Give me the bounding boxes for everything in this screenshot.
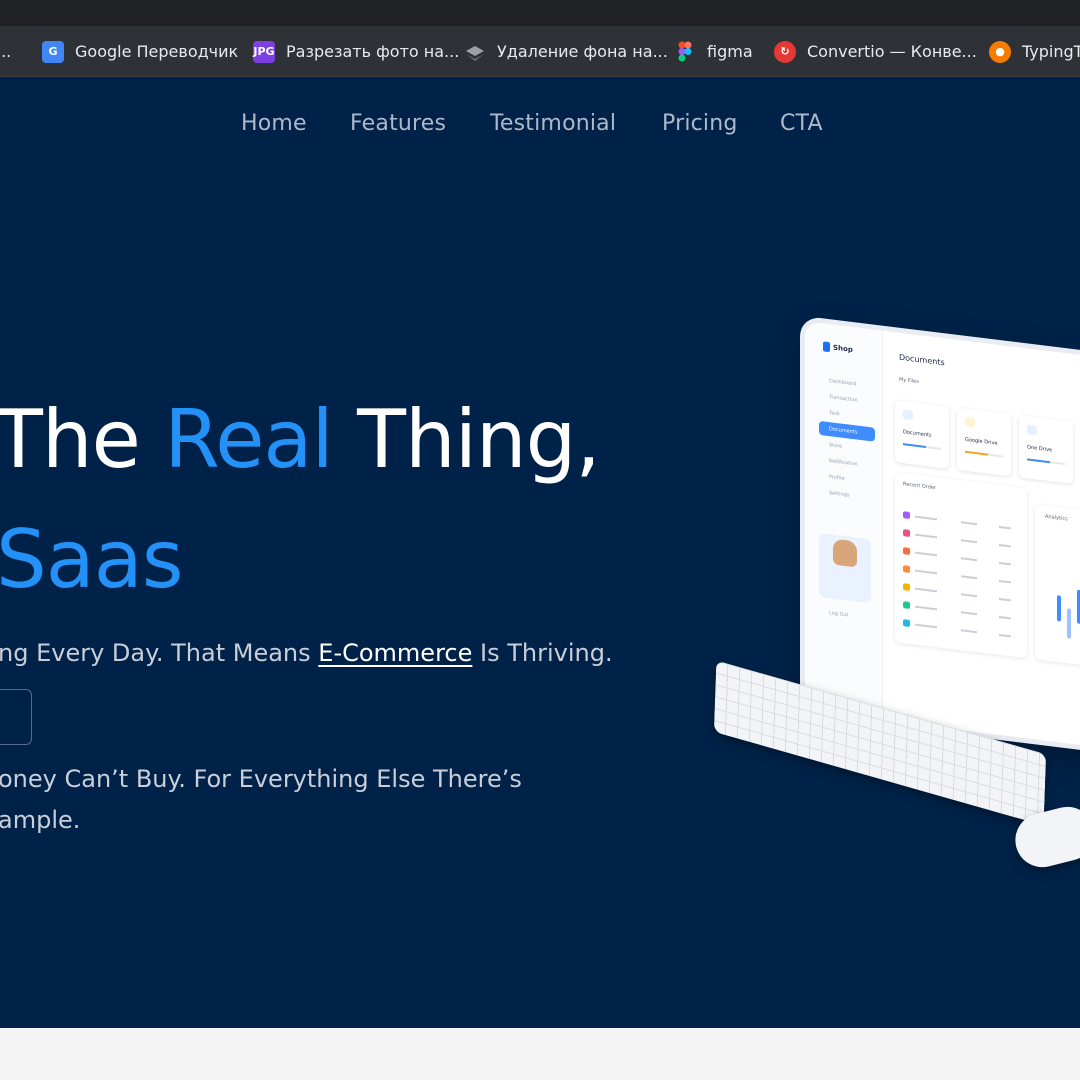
bookmark-label: Удаление фона на... [497, 42, 668, 61]
file-card: One Drive [1019, 415, 1073, 485]
dashboard-sidebar: Shop Dashboard Transaction Task Document… [805, 321, 883, 721]
hero-title-line1: The Real Thing, [0, 393, 601, 486]
browser-top-strip [0, 0, 1080, 26]
title-text: The [0, 393, 165, 486]
bookmark-figma[interactable]: figma [674, 26, 753, 76]
upgrade-promo [819, 532, 871, 604]
subtitle-text: Is Thriving. [472, 639, 613, 667]
title-accent: Saas [0, 513, 184, 606]
title-accent: Real [164, 393, 333, 486]
hero-title-line2: Saas [0, 513, 184, 606]
bookmark-label: Разрезать фото на... [286, 42, 460, 61]
jpg-icon: JPG [253, 40, 275, 63]
bookmark-typing[interactable]: ● TypingT [989, 26, 1080, 76]
hero-subtitle: ng Every Day. That Means E-Commerce Is T… [0, 639, 613, 667]
bookmark-google-translate[interactable]: G Google Переводчик [42, 26, 239, 76]
bookmark-label: TypingT [1022, 42, 1080, 61]
bookmark-label: Google Переводчик [75, 42, 239, 61]
main-nav: Home Features Testimonial Pricing CTA [0, 111, 1080, 141]
figma-icon [674, 41, 696, 63]
hero-body-line2: ample. [0, 806, 81, 834]
bookmark-label: ... [0, 42, 12, 61]
hero-section: Home Features Testimonial Pricing CTA Th… [0, 77, 1080, 1028]
bookmark-label: figma [707, 42, 753, 61]
my-files-label: My Files [899, 376, 919, 386]
cta-button[interactable] [0, 689, 32, 745]
bookmark-item[interactable]: ... [0, 26, 12, 76]
bookmark-remove-bg[interactable]: Удаление фона на... [464, 26, 668, 76]
ecommerce-link[interactable]: E-Commerce [318, 639, 472, 667]
shop-logo: Shop [823, 341, 853, 355]
convertio-icon: ↻ [774, 40, 796, 63]
logout-item: Log Out [829, 610, 849, 619]
subtitle-text: ng Every Day. That Means [0, 639, 319, 667]
bookmarks-bar: ... G Google Переводчик JPG Разрезать фо… [0, 26, 1080, 77]
title-text: Thing, [332, 393, 601, 486]
nav-pricing[interactable]: Pricing [662, 111, 738, 136]
file-card: Documents [895, 400, 949, 469]
recent-order-table: Recent Order [895, 472, 1027, 659]
monitor-illustration: Shop Dashboard Transaction Task Document… [805, 321, 1080, 753]
layers-icon [464, 41, 486, 63]
google-translate-icon: G [42, 40, 64, 63]
file-card: Google Drive [957, 407, 1011, 477]
nav-testimonial[interactable]: Testimonial [490, 111, 616, 136]
nav-cta[interactable]: CTA [780, 111, 823, 136]
bookmark-label: Convertio — Конве... [807, 42, 977, 61]
nav-home[interactable]: Home [241, 111, 307, 136]
nav-features[interactable]: Features [350, 111, 446, 136]
bookmark-jpg-cut[interactable]: JPG Разрезать фото на... [253, 26, 460, 76]
next-section [0, 1028, 1080, 1080]
typing-icon: ● [989, 40, 1011, 63]
documents-title: Documents [899, 352, 945, 368]
hero-body-line1: oney Can’t Buy. For Everything Else Ther… [0, 765, 522, 793]
analytics-chart: Analytics [1035, 504, 1080, 673]
thumbs-up-icon [833, 538, 857, 568]
bookmark-convertio[interactable]: ↻ Convertio — Конве... [774, 26, 977, 76]
